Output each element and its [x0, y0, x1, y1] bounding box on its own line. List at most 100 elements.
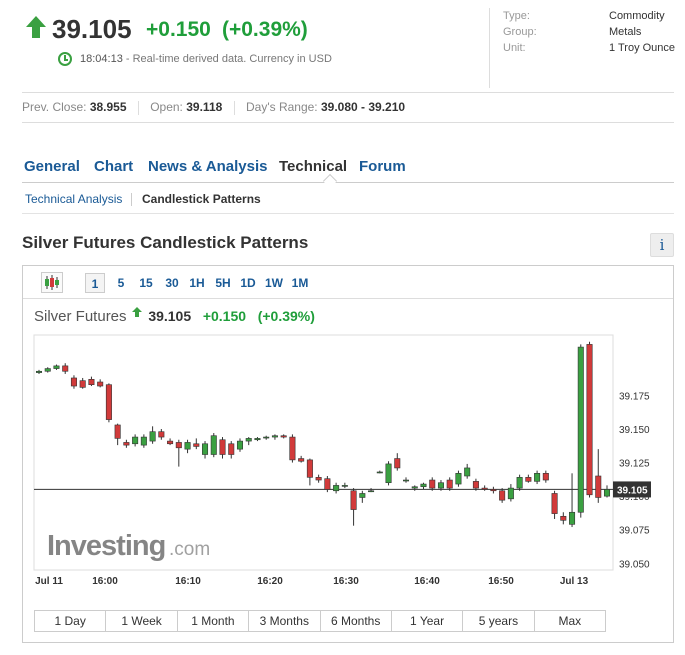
candle: [481, 485, 488, 491]
tab-forum[interactable]: Forum: [359, 158, 406, 175]
candle-body: [114, 424, 121, 439]
price-up-arrow-icon: [26, 16, 46, 38]
candle-body: [79, 380, 86, 388]
range-1-week[interactable]: 1 Week: [106, 611, 178, 631]
candle: [350, 488, 357, 526]
candle: [464, 463, 471, 479]
candle: [175, 439, 182, 467]
meta-key: Type:: [503, 10, 530, 22]
candle: [507, 484, 514, 502]
candle: [158, 429, 165, 440]
candle: [70, 375, 77, 389]
x-tick-label: 16:50: [488, 576, 514, 587]
section-title: Silver Futures Candlestick Patterns: [22, 233, 309, 252]
candle-body: [516, 477, 523, 489]
candle-body: [44, 368, 51, 372]
candle: [105, 383, 112, 423]
candle-body: [420, 483, 427, 488]
candle-body: [132, 436, 139, 445]
candle: [403, 477, 410, 483]
candle-body: [149, 431, 156, 442]
days-range-value: 39.080 - 39.210: [321, 100, 406, 114]
candle-body: [315, 477, 322, 481]
instrument-meta: Type: Commodity Group: Metals Unit: 1 Tr…: [489, 8, 675, 88]
tab-technical[interactable]: Technical: [279, 158, 347, 175]
candle-body: [455, 473, 462, 485]
subtab-technical-analysis[interactable]: Technical Analysis: [25, 192, 122, 206]
candle-body: [411, 486, 418, 489]
range-5-years[interactable]: 5 years: [463, 611, 535, 631]
range-1-month[interactable]: 1 Month: [178, 611, 250, 631]
candle: [219, 437, 226, 459]
range-3-months[interactable]: 3 Months: [249, 611, 321, 631]
candle-body: [437, 482, 444, 489]
candle: [210, 433, 217, 458]
range-1-day[interactable]: 1 Day: [35, 611, 107, 631]
x-tick-label: 16:10: [175, 576, 201, 587]
candle-body: [184, 442, 191, 450]
svg-text:.com: .com: [169, 539, 210, 560]
candle-body: [236, 440, 243, 450]
chart-widget: 1 5 15 30 1H 5H 1D 1W 1M Silver Futures …: [22, 265, 674, 643]
candle: [341, 482, 348, 489]
price-stats: Prev. Close: 38.955 Open: 39.118 Day's R…: [22, 100, 405, 115]
candle: [202, 441, 209, 459]
candle-body: [53, 365, 60, 369]
stats-separator: [137, 100, 139, 115]
range-6-months[interactable]: 6 Months: [321, 611, 392, 631]
clock-icon: [58, 52, 72, 66]
main-tabs: General Chart News & Analysis Technical …: [22, 158, 674, 189]
candle-body: [97, 381, 104, 387]
candle-body: [333, 485, 340, 492]
candle: [368, 488, 375, 493]
tab-chart[interactable]: Chart: [94, 158, 133, 175]
candle-body: [306, 459, 313, 478]
candle-body: [376, 471, 383, 474]
candle-body: [350, 490, 357, 510]
candle: [359, 490, 366, 503]
y-tick-label: 39.125: [619, 459, 650, 470]
quote-time: 18:04:13: [80, 53, 123, 65]
info-button[interactable]: i: [650, 233, 674, 257]
candle: [551, 490, 558, 519]
candle-body: [219, 439, 226, 455]
current-price-label: 39.105: [617, 485, 648, 496]
candle-body: [289, 436, 296, 461]
candle: [516, 474, 523, 491]
candle: [569, 473, 576, 528]
subtab-candlestick-patterns[interactable]: Candlestick Patterns: [142, 192, 261, 206]
candle: [254, 437, 261, 442]
tab-general[interactable]: General: [24, 158, 80, 175]
candle-body: [263, 436, 270, 439]
subtab-separator: [131, 193, 132, 206]
candle: [499, 488, 506, 503]
tab-news-analysis[interactable]: News & Analysis: [148, 158, 268, 175]
candle-body: [105, 384, 112, 420]
candle: [603, 485, 611, 498]
candle: [62, 363, 69, 374]
x-tick-label: Jul 13: [560, 576, 589, 587]
candle-body: [472, 481, 479, 489]
meta-key: Unit:: [503, 42, 526, 54]
meta-value: Metals: [609, 26, 642, 38]
x-tick-label: 16:30: [333, 576, 359, 587]
candlestick-plot[interactable]: Investing .com 39.17539.15039.12539.1003…: [23, 266, 673, 606]
candle-body: [175, 442, 182, 449]
candle-body: [158, 431, 165, 438]
candle: [577, 344, 584, 518]
range-1-year[interactable]: 1 Year: [392, 611, 464, 631]
candle-body: [595, 475, 602, 498]
y-tick-label: 39.050: [619, 559, 650, 570]
candle: [228, 441, 235, 459]
candle-body: [123, 442, 130, 446]
candle: [420, 482, 427, 490]
svg-text:Investing: Investing: [47, 530, 165, 562]
candle: [586, 341, 593, 498]
range-max[interactable]: Max: [535, 611, 605, 631]
candle-body: [446, 479, 453, 489]
candle: [306, 458, 313, 486]
candle-body: [70, 377, 77, 387]
candle-body: [298, 458, 305, 462]
candle: [236, 438, 243, 452]
candle-body: [499, 490, 506, 501]
